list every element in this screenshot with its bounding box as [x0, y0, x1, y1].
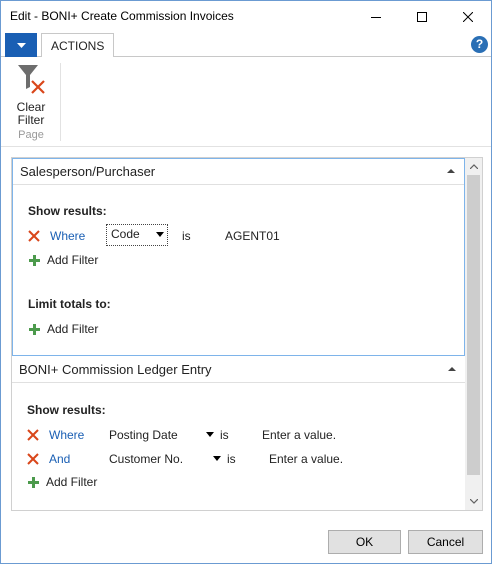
cancel-button[interactable]: Cancel: [408, 530, 483, 554]
ribbon-group-label: Page: [18, 129, 44, 141]
clear-filter-button[interactable]: Clear Filter: [7, 61, 55, 127]
close-button[interactable]: [445, 1, 491, 32]
clear-filter-label-line1: Clear: [16, 100, 46, 114]
dropdown-arrow-icon: [16, 42, 26, 48]
operator-label: is: [220, 428, 229, 442]
section-title: BONI+ Commission Ledger Entry: [19, 362, 212, 377]
remove-x-icon[interactable]: [27, 453, 39, 465]
filter-conjunction-link[interactable]: And: [49, 452, 70, 466]
dialog-window: Edit - BONI+ Create Commission Invoices …: [0, 0, 492, 564]
ribbon-tabstrip: ACTIONS ?: [1, 33, 491, 58]
filter-pane: Salesperson/Purchaser Show results: Wher…: [11, 157, 483, 511]
ribbon-panel: Clear Filter Page: [1, 57, 491, 147]
field-select[interactable]: Code: [106, 224, 168, 246]
field-select[interactable]: Customer No.: [105, 450, 223, 468]
window-title: Edit - BONI+ Create Commission Invoices: [10, 9, 234, 23]
section-header[interactable]: BONI+ Commission Ledger Entry: [12, 357, 465, 383]
add-filter-link[interactable]: Add Filter: [47, 253, 98, 267]
filter-value[interactable]: AGENT01: [225, 229, 280, 243]
field-select-value: Code: [111, 227, 140, 241]
show-results-label: Show results:: [28, 204, 107, 218]
filter-value[interactable]: Enter a value.: [262, 428, 336, 442]
remove-x-icon[interactable]: [28, 230, 40, 242]
plus-icon: [29, 255, 40, 266]
maximize-icon: [417, 11, 427, 22]
add-filter-link[interactable]: Add Filter: [46, 475, 97, 489]
chevron-down-icon: [469, 499, 478, 504]
dropdown-arrow-icon: [206, 432, 214, 437]
filter-row: And Customer No. is Enter a value.: [27, 450, 457, 470]
clear-filter-icon: [18, 65, 45, 94]
limit-totals-label: Limit totals to:: [28, 297, 111, 311]
vertical-scrollbar[interactable]: [465, 158, 482, 510]
field-select[interactable]: Posting Date: [105, 426, 215, 444]
filter-row: Where Code is AGENT01: [28, 224, 458, 247]
minimize-icon: [371, 16, 381, 18]
add-filter-row[interactable]: Add Filter: [28, 252, 458, 272]
section-title: Salesperson/Purchaser: [20, 164, 156, 179]
clear-filter-label: Clear Filter: [7, 101, 55, 127]
filter-row: Where Posting Date is Enter a value.: [27, 426, 457, 446]
scrollbar-thumb[interactable]: [467, 175, 480, 475]
add-filter-row[interactable]: Add Filter: [28, 321, 458, 341]
filter-conjunction-link[interactable]: Where: [49, 428, 84, 442]
dropdown-arrow-icon: [213, 456, 221, 461]
tab-actions[interactable]: ACTIONS: [41, 33, 115, 58]
plus-icon: [28, 477, 39, 488]
show-results-label: Show results:: [27, 403, 106, 417]
add-filter-link[interactable]: Add Filter: [47, 322, 98, 336]
minimize-button[interactable]: [353, 1, 399, 32]
filter-value[interactable]: Enter a value.: [269, 452, 343, 466]
plus-icon: [29, 324, 40, 335]
section-commission-ledger: BONI+ Commission Ledger Entry Show resul…: [12, 357, 465, 507]
ribbon-group-divider: [60, 63, 61, 141]
app-menu-button[interactable]: [5, 33, 37, 57]
maximize-button[interactable]: [399, 1, 445, 32]
close-icon: [463, 11, 473, 22]
chevron-up-icon: [469, 164, 478, 169]
scroll-down-button[interactable]: [465, 493, 482, 510]
field-select-value: Posting Date: [109, 428, 178, 442]
help-icon[interactable]: ?: [471, 36, 488, 53]
scroll-up-button[interactable]: [465, 158, 482, 175]
dropdown-arrow-icon: [156, 232, 164, 237]
filter-conjunction-link[interactable]: Where: [50, 229, 85, 243]
section-salesperson: Salesperson/Purchaser Show results: Wher…: [12, 158, 465, 356]
section-header[interactable]: Salesperson/Purchaser: [13, 159, 464, 185]
ok-button[interactable]: OK: [328, 530, 401, 554]
add-filter-row[interactable]: Add Filter: [27, 474, 457, 494]
operator-label: is: [227, 452, 236, 466]
clear-filter-label-line2: Filter: [17, 113, 45, 127]
remove-x-icon[interactable]: [27, 429, 39, 441]
title-bar: Edit - BONI+ Create Commission Invoices: [1, 1, 491, 32]
chevron-up-icon[interactable]: [447, 364, 457, 374]
chevron-up-icon[interactable]: [446, 166, 456, 176]
field-select-value: Customer No.: [109, 452, 184, 466]
operator-label: is: [182, 229, 191, 243]
